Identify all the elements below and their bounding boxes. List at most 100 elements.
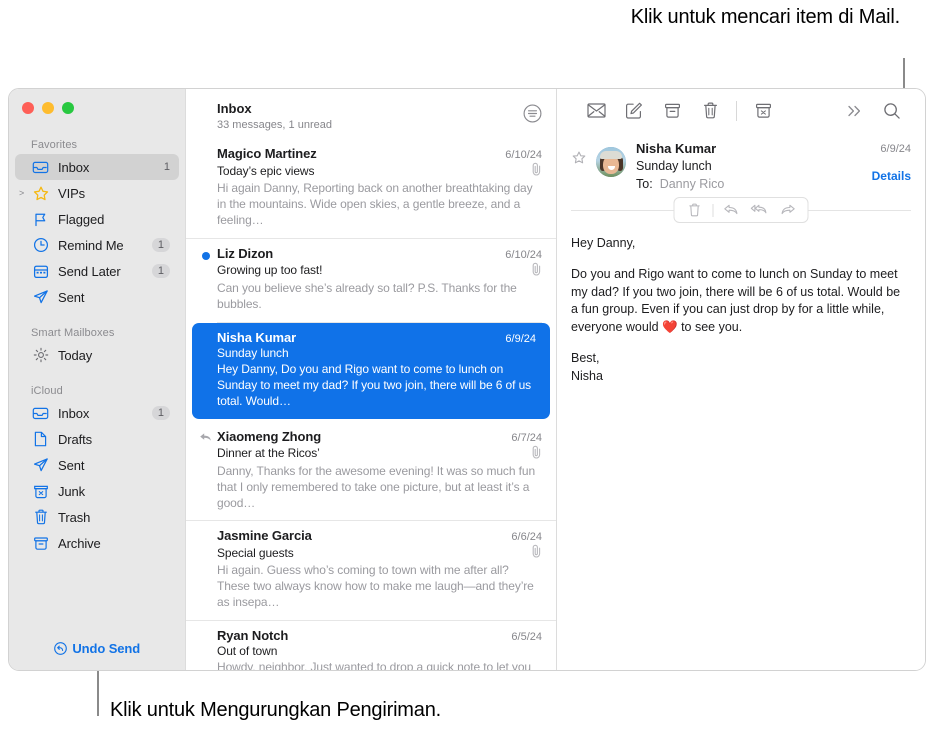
sidebar-item-inbox-favorites[interactable]: Inbox 1 [15,154,179,180]
divider [712,203,714,217]
message-row-liz-dizon[interactable]: Liz Dizon 6/10/24 Growing up too fast! C… [186,237,556,322]
window-controls [9,89,185,114]
message-actions-row [571,197,911,223]
mark-unread-icon[interactable] [577,96,615,126]
sidebar-item-drafts[interactable]: Drafts [15,426,179,452]
sidebar-item-vips[interactable]: > VIPs [15,180,179,206]
undo-icon [54,641,71,656]
sidebar-section-smart-mailboxes-label: Smart Mailboxes [31,327,115,339]
replied-icon [199,432,212,446]
message-body-greeting: Hey Danny, [571,236,636,250]
archive-icon[interactable] [653,96,691,126]
message-sender: Xiaomeng Zhong [217,428,322,444]
message-date: 6/5/24 [511,631,542,644]
sidebar-item-label: Trash [58,509,91,525]
sidebar-item-sent-favorites[interactable]: Sent [15,284,179,310]
sidebar-section-icloud-label: iCloud [31,385,63,397]
mailbox-status: 33 messages, 1 unread [217,119,332,131]
sidebar-item-remind-me[interactable]: Remind Me 1 [15,232,179,258]
message-row-jasmine-garcia[interactable]: Jasmine Garcia 6/6/24 Special guests Hi … [186,520,556,620]
junk-icon [31,483,50,500]
message-subject: Out of town [217,644,278,659]
star-outline-icon[interactable] [572,151,586,191]
message-body-paragraph: Do you and Rigo want to come to lunch on… [571,266,901,334]
forward-icon[interactable] [775,199,801,221]
message-header-right: 6/9/24 Details [872,141,911,191]
filter-icon[interactable] [523,104,542,128]
attachment-icon [531,544,542,561]
message-row-magico-martinez[interactable]: Magico Martinez 6/10/24 Today’s epic vie… [186,139,556,238]
reply-all-icon[interactable] [747,199,773,221]
message-sender-name: Nisha Kumar [636,141,717,156]
message-subject: Growing up too fast! [217,263,323,278]
clock-icon [31,237,50,254]
sidebar-item-flagged[interactable]: Flagged [15,206,179,232]
chevron-right-icon[interactable]: > [19,188,24,198]
gear-icon [31,347,50,364]
message-date: 6/9/24 [505,332,536,345]
message-preview: Can you believe she’s already so tall? P… [217,280,517,311]
mailbox-title: Inbox [217,101,252,116]
attachment-icon [531,162,542,179]
message-subject: Special guests [217,545,294,560]
message-subject: Sunday lunch [636,159,712,173]
compose-icon[interactable] [615,96,653,126]
sidebar-item-send-later[interactable]: Send Later 1 [15,258,179,284]
message-sender: Ryan Notch [217,628,289,644]
sidebar-item-archive[interactable]: Archive [15,530,179,556]
search-icon[interactable] [873,96,911,126]
undo-send-button[interactable]: Undo Send [9,641,185,656]
inbox-icon [31,405,50,422]
message-body-signature: Best, Nisha [571,350,603,383]
message-date: 6/10/24 [505,248,542,261]
message-date: 6/7/24 [511,431,542,444]
trash-icon [31,509,50,526]
message-row-ryan-notch[interactable]: Ryan Notch 6/5/24 Out of town Howdy, nei… [186,620,556,671]
message-list: Inbox 33 messages, 1 unread Magico Marti… [186,89,557,670]
message-date: 6/10/24 [505,149,542,161]
message-header: Nisha Kumar Sunday lunch To: Danny Rico 6… [557,132,925,191]
message-sender: Nisha Kumar [217,329,297,345]
callout-undo-send-text: Klik untuk Mengurungkan Pengiriman. [110,699,441,721]
message-date: 6/6/24 [511,531,542,544]
sidebar-item-sent-icloud[interactable]: Sent [15,452,179,478]
message-preview: Howdy, neighbor, Just wanted to drop a q… [217,660,531,671]
star-icon [31,185,50,202]
delete-icon[interactable] [691,96,729,126]
message-row-nisha-kumar[interactable]: Nisha Kumar 6/9/24 Sunday lunch Hey Dann… [192,322,550,419]
mail-window: Favorites Inbox 1 > VIPs Flagged Remind … [8,88,926,671]
toolbar-divider [736,100,737,121]
sidebar-item-trash[interactable]: Trash [15,504,179,530]
attachment-icon [531,445,542,462]
archive-icon [31,535,50,552]
sidebar-item-today[interactable]: Today [15,342,179,368]
close-button[interactable] [22,102,34,114]
message-row-xiaomeng-zhong[interactable]: Xiaomeng Zhong 6/7/24 Dinner at the Rico… [186,422,556,521]
sidebar-item-inbox-icloud[interactable]: Inbox 1 [15,400,179,426]
unread-indicator [202,251,210,260]
details-link[interactable]: Details [872,169,911,183]
message-header-main: Nisha Kumar Sunday lunch To: Danny Rico [636,141,872,191]
minimize-button[interactable] [42,102,54,114]
message-recipient-row: To: Danny Rico [636,177,872,191]
sidebar-item-label: VIPs [58,185,86,201]
junk-icon[interactable] [744,96,782,126]
send-icon [31,289,50,306]
reading-pane: Nisha Kumar Sunday lunch To: Danny Rico 6… [557,89,925,670]
sidebar-item-badge: 1 [151,406,170,420]
reply-icon[interactable] [719,199,745,221]
delete-icon[interactable] [682,199,708,221]
undo-send-label: Undo Send [72,641,141,656]
send-icon [31,457,50,474]
message-sender: Liz Dizon [217,245,274,261]
sidebar-item-label: Sent [58,457,85,473]
message-actions-toolbar [673,197,809,223]
chevron-double-right-icon[interactable] [835,96,873,126]
sidebar-item-junk[interactable]: Junk [15,478,179,504]
calendar-icon [31,263,50,280]
message-sender: Jasmine Garcia [217,528,312,544]
attachment-icon [531,262,542,279]
to-label: To: [636,177,653,191]
maximize-button[interactable] [62,102,74,114]
to-value: Danny Rico [659,177,725,191]
